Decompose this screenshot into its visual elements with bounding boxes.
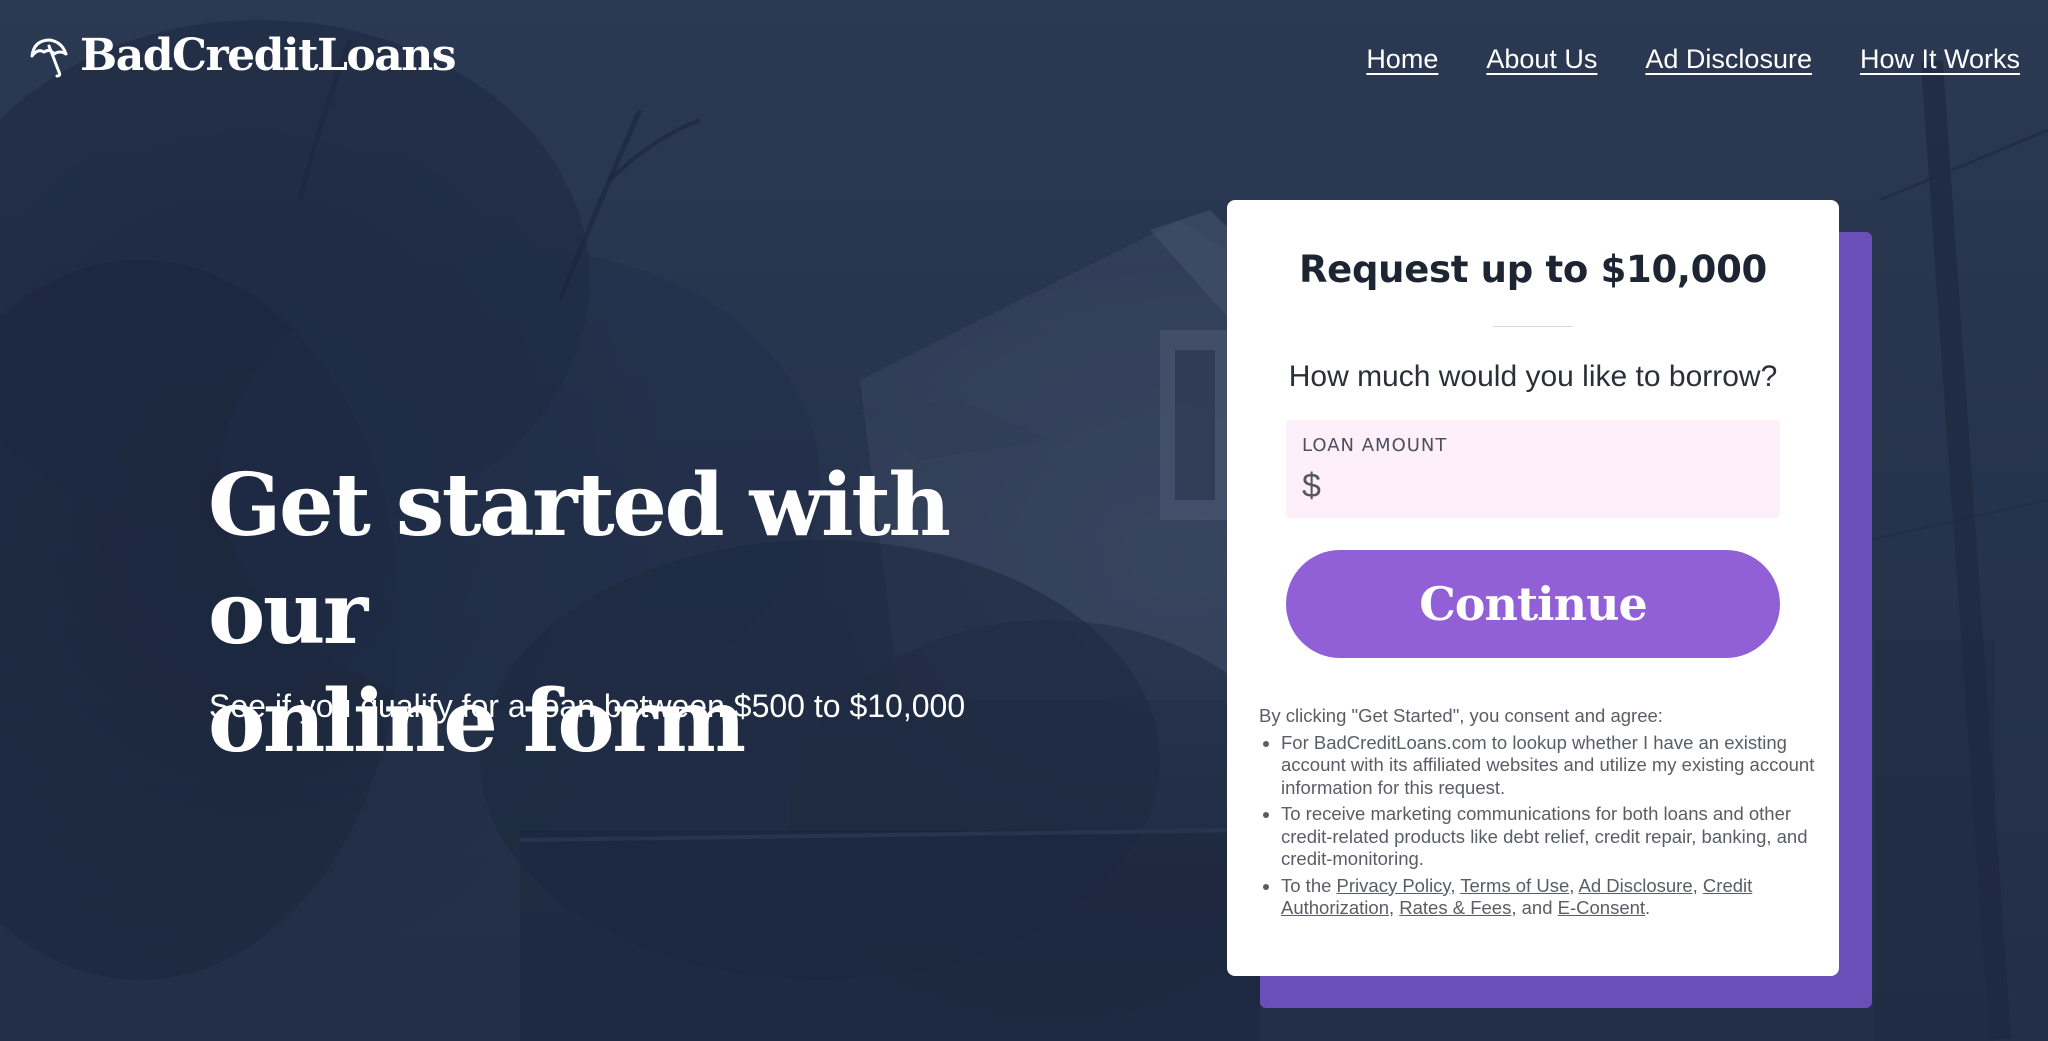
rates-fees-link[interactable]: Rates & Fees	[1399, 897, 1511, 918]
consent-intro: By clicking "Get Started", you consent a…	[1259, 705, 1663, 726]
nav-about-us[interactable]: About Us	[1486, 44, 1597, 75]
hero-title: Get started with our online form	[208, 452, 1068, 776]
separator: ,	[1450, 874, 1461, 896]
site-logo[interactable]: BadCreditLoans	[26, 30, 457, 81]
main-nav: Home About Us Ad Disclosure How It Works	[1366, 44, 2020, 75]
continue-button[interactable]: Continue	[1286, 550, 1780, 658]
card-divider	[1493, 326, 1573, 327]
loan-request-card: Request up to $10,000 How much would you…	[1227, 200, 1839, 976]
consent-item-marketing: To receive marketing communications for …	[1281, 803, 1819, 871]
consent-item-prefix: To the	[1281, 874, 1337, 896]
ad-disclosure-link[interactable]: Ad Disclosure	[1579, 875, 1693, 896]
dollar-sign: $	[1302, 466, 1321, 505]
loan-amount-row: $	[1302, 466, 1764, 506]
separator: ,	[1569, 874, 1579, 896]
consent-item-lookup: For BadCreditLoans.com to lookup whether…	[1281, 732, 1819, 800]
borrow-question: How much would you like to borrow?	[1288, 360, 1778, 393]
consent-item-policies: To the Privacy Policy, Terms of Use, Ad …	[1281, 875, 1819, 920]
separator: ,	[1388, 897, 1400, 918]
consent-text: By clicking "Get Started", you consent a…	[1259, 705, 1819, 924]
loan-amount-input[interactable]	[1326, 466, 1764, 506]
e-consent-link[interactable]: E-Consent	[1558, 897, 1645, 918]
loan-amount-field[interactable]: LOAN AMOUNT $	[1286, 420, 1780, 518]
separator: ,	[1692, 874, 1703, 896]
umbrella-icon	[26, 34, 70, 78]
logo-text: BadCreditLoans	[80, 30, 457, 81]
hero-subtitle: See if you qualify for a loan between $5…	[209, 688, 966, 724]
hero-title-line-1: Get started with our	[208, 455, 951, 664]
nav-home[interactable]: Home	[1366, 44, 1438, 75]
separator: , and	[1511, 897, 1558, 918]
nav-how-it-works[interactable]: How It Works	[1860, 44, 2020, 75]
consent-list: For BadCreditLoans.com to lookup whether…	[1259, 732, 1819, 920]
end-period: .	[1645, 897, 1651, 918]
loan-amount-label: LOAN AMOUNT	[1302, 435, 1448, 456]
card-title: Request up to $10,000	[1298, 248, 1768, 291]
terms-of-use-link[interactable]: Terms of Use	[1460, 875, 1569, 896]
nav-ad-disclosure[interactable]: Ad Disclosure	[1645, 44, 1812, 75]
privacy-policy-link[interactable]: Privacy Policy	[1337, 875, 1451, 896]
